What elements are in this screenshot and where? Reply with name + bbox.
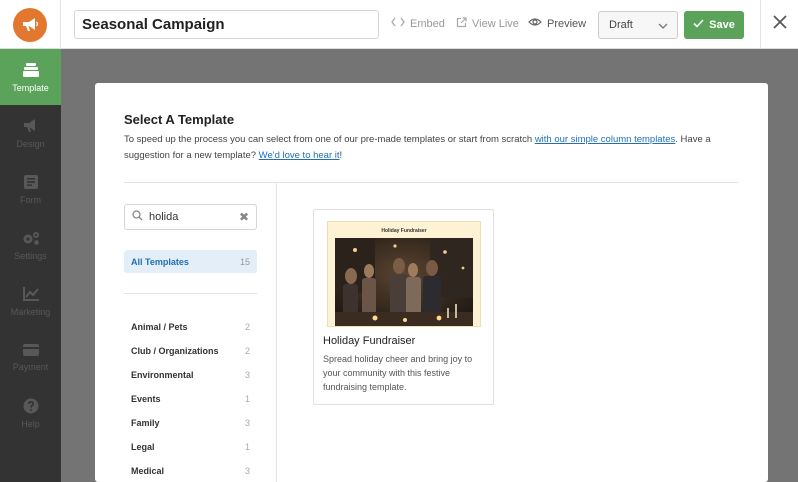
category-item[interactable]: Medical 3 (124, 459, 257, 482)
template-icon (22, 62, 40, 80)
embed-label: Embed (410, 17, 445, 30)
chevron-down-icon (658, 21, 668, 33)
category-count: 2 (244, 346, 250, 356)
search-value: holida (149, 211, 179, 223)
sidebar-item-design[interactable]: Design (0, 105, 61, 161)
sidebar-item-marketing[interactable]: Marketing (0, 273, 61, 329)
category-count: 2 (244, 322, 250, 332)
close-icon (772, 15, 787, 34)
category-item[interactable]: Legal 1 (124, 435, 257, 459)
megaphone-icon (22, 118, 40, 136)
category-label: Events (131, 394, 161, 404)
simple-column-templates-link[interactable]: with our simple column templates (535, 134, 675, 145)
category-count: 3 (244, 370, 250, 380)
divider (124, 182, 738, 183)
category-list: Animal / Pets 2 Club / Organizations 2 Env… (124, 315, 257, 482)
category-count: 3 (244, 466, 250, 476)
preview-label: Preview (547, 17, 587, 30)
sidebar-item-label: Help (21, 418, 40, 429)
vertical-divider (276, 183, 277, 482)
clear-search-icon[interactable]: ✖ (239, 211, 249, 223)
sidebar-item-label: Marketing (10, 306, 51, 317)
check-icon (693, 19, 704, 31)
gears-icon (21, 230, 41, 248)
category-label: All Templates (131, 256, 189, 267)
category-label: Family (131, 418, 160, 428)
view-live-button[interactable]: View Live (456, 17, 519, 31)
sidebar-item-settings[interactable]: Settings (0, 217, 61, 273)
fundraiser-photo (335, 238, 473, 326)
code-icon (391, 17, 405, 30)
category-item[interactable]: Events 1 (124, 387, 257, 411)
view-live-label: View Live (472, 18, 519, 30)
help-icon (23, 398, 39, 416)
sidebar-item-label: Template (12, 82, 49, 93)
sidebar: Template Design Form Settings Marketing … (0, 49, 61, 482)
sidebar-item-label: Payment (12, 361, 49, 372)
modal-title: Select A Template (124, 112, 235, 127)
category-label: Animal / Pets (131, 322, 188, 332)
category-item[interactable]: Family 3 (124, 411, 257, 435)
sidebar-item-help[interactable]: Help (0, 385, 61, 441)
category-count: 1 (244, 442, 250, 452)
form-icon (23, 174, 39, 192)
desc-text: ! (339, 150, 343, 161)
category-label: Legal (131, 442, 155, 452)
credit-card-icon (22, 343, 40, 359)
category-label: Environmental (131, 370, 194, 380)
template-search-input[interactable]: holida ✖ (124, 204, 257, 230)
eye-icon (528, 17, 542, 30)
category-item[interactable]: Animal / Pets 2 (124, 315, 257, 339)
category-item[interactable]: Club / Organizations 2 (124, 339, 257, 363)
category-all-templates[interactable]: All Templates 15 (124, 250, 257, 273)
modal-description: To speed up the process you can select f… (124, 132, 734, 164)
close-button[interactable] (760, 0, 798, 49)
category-label: Medical (131, 466, 165, 476)
sidebar-item-label: Settings (14, 250, 47, 261)
search-icon (132, 208, 143, 226)
template-modal: Select A Template To speed up the proces… (95, 83, 768, 482)
sidebar-item-template[interactable]: Template (0, 49, 61, 105)
sidebar-item-payment[interactable]: Payment (0, 329, 61, 385)
megaphone-logo-icon[interactable] (13, 7, 47, 42)
category-count: 1 (244, 394, 250, 404)
template-title: Holiday Fundraiser (323, 335, 416, 347)
chart-icon (22, 286, 40, 304)
sidebar-item-form[interactable]: Form (0, 161, 61, 217)
thumbnail-title: Holiday Fundraiser (381, 228, 427, 234)
sidebar-item-label: Design (16, 138, 45, 149)
category-label: Club / Organizations (131, 346, 219, 356)
desc-text: To speed up the process you can select f… (124, 134, 535, 145)
save-button[interactable]: Save (684, 11, 744, 39)
external-link-icon (456, 17, 467, 31)
logo-cell (0, 0, 61, 49)
category-count: 3 (244, 418, 250, 428)
status-select[interactable]: Draft (598, 11, 678, 39)
sidebar-item-label: Form (20, 194, 41, 205)
feedback-link[interactable]: We'd love to hear it (259, 150, 340, 161)
category-count: 15 (239, 256, 250, 267)
campaign-name-input[interactable] (74, 10, 379, 39)
template-card[interactable]: Holiday Fundraiser Holiday Fundraiser Sp… (313, 209, 494, 405)
status-value: Draft (609, 19, 633, 31)
template-thumbnail: Holiday Fundraiser (327, 221, 481, 327)
embed-button[interactable]: Embed (391, 17, 445, 30)
template-description: Spread holiday cheer and bring joy to yo… (323, 354, 473, 392)
divider (124, 293, 257, 294)
category-item[interactable]: Environmental 3 (124, 363, 257, 387)
top-bar: Embed View Live Preview Draft Save (0, 0, 798, 49)
preview-button[interactable]: Preview (528, 17, 586, 30)
save-label: Save (709, 19, 735, 31)
